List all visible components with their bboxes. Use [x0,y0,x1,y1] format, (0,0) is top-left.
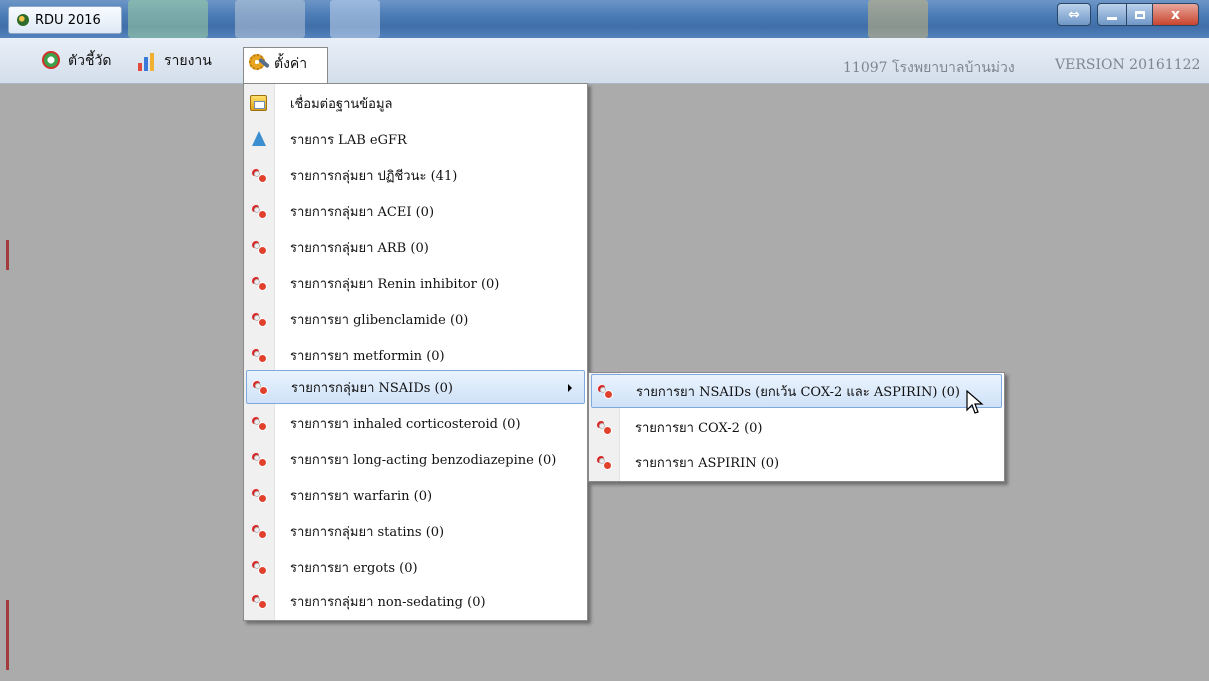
hospital-label: 11097 โรงพยาบาลบ้านม่วง [843,60,1015,76]
app-tab[interactable]: RDU 2016 [8,6,122,34]
pill-icon [596,382,614,400]
pill-icon [250,486,268,504]
pill-icon [595,453,613,471]
menu-bar: ตัวชี้วัด รายงาน ตั้งค่า 11097 โรงพยาบาล… [0,38,1209,84]
pill-icon [595,418,613,436]
submenu-item-aspirin[interactable]: รายการยา ASPIRIN (0) [591,445,1002,479]
resize-button[interactable]: ⇔ [1057,3,1091,26]
pill-icon [250,592,268,610]
menu-item-metformin[interactable]: รายการยา metformin (0) [246,338,585,372]
submenu-item-nsaids-except[interactable]: รายการยา NSAIDs (ยกเว้น COX-2 และ ASPIRI… [591,374,1002,408]
menu-item-label: รายการกลุ่มยา Renin inhibitor (0) [290,276,500,292]
window-controls: ⇔ x [1057,3,1199,26]
menu-item-label: รายการยา warfarin (0) [290,488,433,504]
menu-item-connect-database[interactable]: เชื่อมต่อฐานข้อมูล [246,86,585,120]
menu-settings[interactable]: ตั้งค่า [243,47,328,84]
taskbar-thumbnail [128,0,208,38]
taskbar-thumbnail [235,0,305,38]
minimize-button[interactable] [1097,3,1127,26]
menu-item-benzodiazepine[interactable]: รายการยา long-acting benzodiazepine (0) [246,442,585,476]
menu-item-label: รายการยา NSAIDs (ยกเว้น COX-2 และ ASPIRI… [636,384,960,400]
minimize-icon [1107,16,1117,20]
menu-item-ergots[interactable]: รายการยา ergots (0) [246,550,585,584]
menu-reports-label: รายงาน [164,53,212,69]
menu-item-label: เชื่อมต่อฐานข้อมูล [290,96,393,112]
menu-item-label: รายการกลุ่มยา ACEI (0) [290,204,435,220]
pill-icon [250,522,268,540]
menu-settings-label: ตั้งค่า [274,56,308,72]
chart-icon [138,51,158,71]
menu-item-label: รายการยา COX-2 (0) [635,420,763,436]
title-bar[interactable]: RDU 2016 ⇔ x [0,0,1209,38]
menu-item-nsaids[interactable]: รายการกลุ่มยา NSAIDs (0) [246,370,585,404]
menu-item-glibenclamide[interactable]: รายการยา glibenclamide (0) [246,302,585,336]
pill-icon [250,202,268,220]
menu-item-label: รายการ LAB eGFR [290,132,407,148]
menu-item-lab-egfr[interactable]: รายการ LAB eGFR [246,122,585,156]
pill-icon [250,450,268,468]
menu-reports[interactable]: รายงาน [138,47,212,75]
pill-icon [250,274,268,292]
menu-item-warfarin[interactable]: รายการยา warfarin (0) [246,478,585,512]
nsaids-submenu: รายการยา NSAIDs (ยกเว้น COX-2 และ ASPIRI… [588,372,1005,482]
close-button[interactable]: x [1153,3,1199,26]
app-logo-icon [17,14,29,26]
menu-item-label: รายการกลุ่มยา NSAIDs (0) [291,380,453,396]
menu-item-label: รายการกลุ่มยา non-sedating (0) [290,594,486,610]
mouse-cursor-icon [966,390,984,414]
close-icon: x [1170,6,1181,23]
flask-icon [250,130,268,148]
pill-icon [250,558,268,576]
settings-dropdown: เชื่อมต่อฐานข้อมูล รายการ LAB eGFR รายกา… [243,83,588,621]
menu-item-label: รายการยา long-acting benzodiazepine (0) [290,452,557,468]
pill-icon [250,414,268,432]
menu-item-label: รายการยา metformin (0) [290,348,445,364]
taskbar-thumbnail [330,0,380,38]
menu-item-non-sedating[interactable]: รายการกลุ่มยา non-sedating (0) [246,584,585,618]
menu-item-inhaled-corticosteroid[interactable]: รายการยา inhaled corticosteroid (0) [246,406,585,440]
menu-item-arb[interactable]: รายการกลุ่มยา ARB (0) [246,230,585,264]
pill-icon [250,166,268,184]
menu-item-label: รายการยา inhaled corticosteroid (0) [290,416,521,432]
submenu-item-cox2[interactable]: รายการยา COX-2 (0) [591,410,1002,444]
maximize-icon [1134,10,1145,19]
maximize-button[interactable] [1127,3,1153,26]
menu-item-acei[interactable]: รายการกลุ่มยา ACEI (0) [246,194,585,228]
pill-icon [250,346,268,364]
database-icon [250,94,268,112]
window-title: RDU 2016 [35,12,101,28]
menu-item-label: รายการยา ASPIRIN (0) [635,455,780,471]
submenu-arrow-icon [568,384,572,392]
settings-gear-icon [248,53,270,73]
edge-mark [6,240,9,270]
menu-item-label: รายการกลุ่มยา ปฏิชีวนะ (41) [290,168,458,184]
menu-item-label: รายการกลุ่มยา ARB (0) [290,240,429,256]
menu-indicators-label: ตัวชี้วัด [68,53,112,69]
menu-indicators[interactable]: ตัวชี้วัด [42,47,111,75]
pill-icon [250,310,268,328]
pill-icon [251,378,269,396]
edge-mark [6,600,9,670]
version-label: VERSION 20161122 [1055,57,1201,73]
menu-item-renin-inhibitor[interactable]: รายการกลุ่มยา Renin inhibitor (0) [246,266,585,300]
resize-icon: ⇔ [1068,6,1080,23]
menu-item-label: รายการยา glibenclamide (0) [290,312,469,328]
menu-item-label: รายการกลุ่มยา statins (0) [290,524,445,540]
menu-item-antibiotics[interactable]: รายการกลุ่มยา ปฏิชีวนะ (41) [246,158,585,192]
gauge-icon [42,51,62,71]
pill-icon [250,238,268,256]
menu-item-label: รายการยา ergots (0) [290,560,418,576]
taskbar-thumbnail [868,0,928,38]
menu-item-statins[interactable]: รายการกลุ่มยา statins (0) [246,514,585,548]
